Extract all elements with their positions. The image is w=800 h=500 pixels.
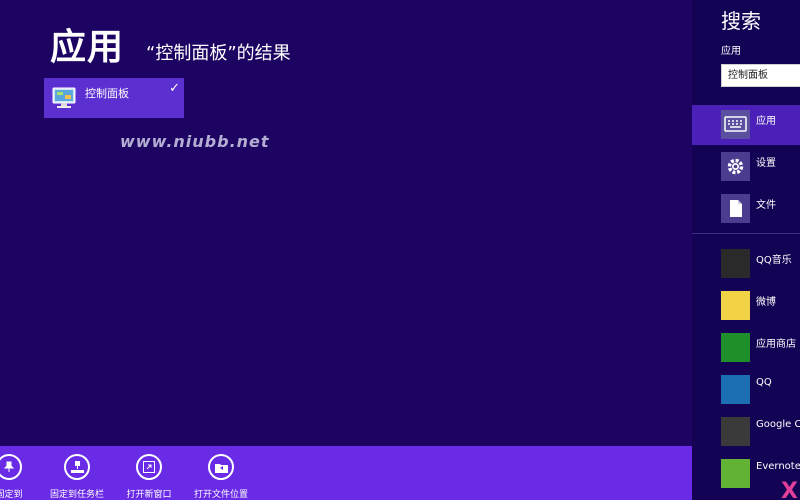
search-app-store[interactable]: 应用商店 [692,328,800,368]
result-tile-control-panel[interactable]: 控制面板 ✓ [44,78,184,118]
app-label: Evernote [756,461,800,472]
corner-logo: X [781,479,798,500]
qq-icon [721,375,750,404]
search-charm: 搜索 应用 控制面板 应用 设置 文件 QQ音乐 微博 应用商店 QQ Goog… [692,0,800,500]
results-subtitle: “控制面板”的结果 [146,43,291,64]
category-label: 设置 [756,158,776,169]
gear-icon [721,152,750,181]
store-icon [721,333,750,362]
page-title: 应用 [50,27,125,68]
search-category-files[interactable]: 文件 [692,189,800,229]
search-category-settings[interactable]: 设置 [692,147,800,187]
evernote-icon [721,459,750,488]
app-bar: 固定到 固定到任务栏 打开新窗口 打开文件位置 [0,446,692,500]
open-file-location-button[interactable]: 打开文件位置 [184,454,264,500]
results-header: 应用 “控制面板”的结果 [50,18,291,70]
keyboard-icon [721,110,750,139]
open-new-window-label: 打开新窗口 [126,490,172,500]
checkmark-icon: ✓ [169,81,180,96]
file-icon [721,194,750,223]
app-label: QQ [756,377,772,388]
chrome-icon [721,417,750,446]
app-label: QQ音乐 [756,255,792,266]
results-pane: 应用 “控制面板”的结果 控制面板 ✓ www.niubb.net [0,0,692,446]
search-app-weibo[interactable]: 微博 [692,286,800,326]
category-label: 应用 [756,116,776,127]
pin-to-taskbar-button[interactable]: 固定到任务栏 [40,454,120,500]
search-app-qq[interactable]: QQ [692,370,800,410]
app-label: 应用商店 [756,339,796,350]
search-app-qq-music[interactable]: QQ音乐 [692,244,800,284]
app-label: Google Chrome [756,419,800,430]
watermark: www.niubb.net [120,132,270,151]
folder-icon [208,454,234,480]
search-app-google-chrome[interactable]: Google Chrome [692,412,800,452]
result-label: 控制面板 [85,87,129,100]
search-scope-label: 应用 [721,46,741,57]
qq-music-icon [721,249,750,278]
pin-to-taskbar-label: 固定到任务栏 [49,490,104,500]
search-category-apps[interactable]: 应用 [692,105,800,145]
pin-icon [0,454,22,480]
search-input[interactable]: 控制面板 [721,64,800,87]
open-new-window-button[interactable]: 打开新窗口 [112,454,192,500]
taskbar-icon [64,454,90,480]
control-panel-icon [52,87,76,108]
weibo-icon [721,291,750,320]
new-window-icon [136,454,162,480]
charm-title: 搜索 [721,9,761,33]
category-label: 文件 [756,200,776,211]
open-file-location-label: 打开文件位置 [193,490,248,500]
divider [692,233,800,234]
app-label: 微博 [756,297,776,308]
